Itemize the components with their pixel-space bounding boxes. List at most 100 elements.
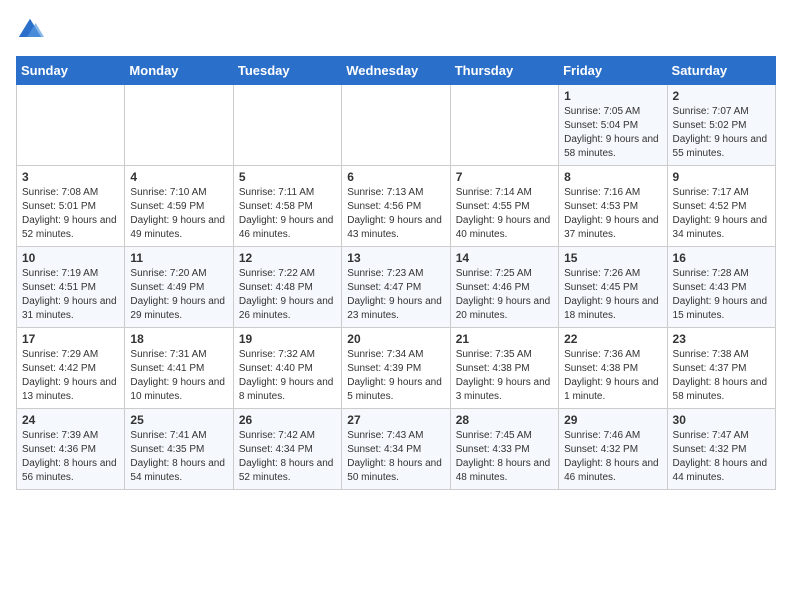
day-number: 27 bbox=[347, 413, 444, 427]
column-header-sunday: Sunday bbox=[17, 57, 125, 85]
cell-content: Sunrise: 7:47 AM Sunset: 4:32 PM Dayligh… bbox=[673, 429, 770, 485]
cell-content: Sunrise: 7:25 AM Sunset: 4:46 PM Dayligh… bbox=[456, 267, 553, 323]
day-number: 7 bbox=[456, 170, 553, 184]
calendar-cell: 6 Sunrise: 7:13 AM Sunset: 4:56 PM Daylig… bbox=[342, 166, 450, 247]
day-number: 6 bbox=[347, 170, 444, 184]
day-number: 23 bbox=[673, 332, 770, 346]
cell-content: Sunrise: 7:13 AM Sunset: 4:56 PM Dayligh… bbox=[347, 186, 444, 242]
cell-content: Sunrise: 7:43 AM Sunset: 4:34 PM Dayligh… bbox=[347, 429, 444, 485]
calendar-cell bbox=[233, 85, 341, 166]
day-number: 19 bbox=[239, 332, 336, 346]
calendar-cell: 1 Sunrise: 7:05 AM Sunset: 5:04 PM Daylig… bbox=[559, 85, 667, 166]
cell-content: Sunrise: 7:39 AM Sunset: 4:36 PM Dayligh… bbox=[22, 429, 119, 485]
calendar-cell: 27 Sunrise: 7:43 AM Sunset: 4:34 PM Dayli… bbox=[342, 409, 450, 490]
calendar-cell: 3 Sunrise: 7:08 AM Sunset: 5:01 PM Daylig… bbox=[17, 166, 125, 247]
day-number: 26 bbox=[239, 413, 336, 427]
cell-content: Sunrise: 7:23 AM Sunset: 4:47 PM Dayligh… bbox=[347, 267, 444, 323]
calendar-cell: 28Sunrise: 7:45 AM Sunset: 4:33 PM Dayli… bbox=[450, 409, 558, 490]
day-number: 16 bbox=[673, 251, 770, 265]
calendar-cell: 7 Sunrise: 7:14 AM Sunset: 4:55 PM Daylig… bbox=[450, 166, 558, 247]
cell-content: Sunrise: 7:19 AM Sunset: 4:51 PM Dayligh… bbox=[22, 267, 119, 323]
calendar-cell: 23 Sunrise: 7:38 AM Sunset: 4:37 PM Dayli… bbox=[667, 328, 775, 409]
column-header-monday: Monday bbox=[125, 57, 233, 85]
calendar-cell: 2 Sunrise: 7:07 AM Sunset: 5:02 PM Daylig… bbox=[667, 85, 775, 166]
day-number: 8 bbox=[564, 170, 661, 184]
calendar-cell: 13 Sunrise: 7:23 AM Sunset: 4:47 PM Dayli… bbox=[342, 247, 450, 328]
cell-content: Sunrise: 7:26 AM Sunset: 4:45 PM Dayligh… bbox=[564, 267, 661, 323]
calendar-cell bbox=[450, 85, 558, 166]
calendar-cell: 19 Sunrise: 7:32 AM Sunset: 4:40 PM Dayli… bbox=[233, 328, 341, 409]
calendar-cell bbox=[17, 85, 125, 166]
calendar-header-row: SundayMondayTuesdayWednesdayThursdayFrid… bbox=[17, 57, 776, 85]
calendar-cell: 4 Sunrise: 7:10 AM Sunset: 4:59 PM Daylig… bbox=[125, 166, 233, 247]
day-number: 22 bbox=[564, 332, 661, 346]
calendar-week-row: 10 Sunrise: 7:19 AM Sunset: 4:51 PM Dayli… bbox=[17, 247, 776, 328]
day-number: 9 bbox=[673, 170, 770, 184]
day-number: 20 bbox=[347, 332, 444, 346]
calendar-cell: 24 Sunrise: 7:39 AM Sunset: 4:36 PM Dayli… bbox=[17, 409, 125, 490]
cell-content: Sunrise: 7:28 AM Sunset: 4:43 PM Dayligh… bbox=[673, 267, 770, 323]
day-number: 13 bbox=[347, 251, 444, 265]
day-number: 25 bbox=[130, 413, 227, 427]
header bbox=[16, 16, 776, 44]
calendar-cell: 11 Sunrise: 7:20 AM Sunset: 4:49 PM Dayli… bbox=[125, 247, 233, 328]
column-header-wednesday: Wednesday bbox=[342, 57, 450, 85]
cell-content: Sunrise: 7:35 AM Sunset: 4:38 PM Dayligh… bbox=[456, 348, 553, 404]
column-header-thursday: Thursday bbox=[450, 57, 558, 85]
calendar-week-row: 17Sunrise: 7:29 AM Sunset: 4:42 PM Dayli… bbox=[17, 328, 776, 409]
day-number: 15 bbox=[564, 251, 661, 265]
day-number: 2 bbox=[673, 89, 770, 103]
cell-content: Sunrise: 7:10 AM Sunset: 4:59 PM Dayligh… bbox=[130, 186, 227, 242]
calendar-cell: 17Sunrise: 7:29 AM Sunset: 4:42 PM Dayli… bbox=[17, 328, 125, 409]
day-number: 4 bbox=[130, 170, 227, 184]
day-number: 24 bbox=[22, 413, 119, 427]
day-number: 30 bbox=[673, 413, 770, 427]
calendar-cell: 9 Sunrise: 7:17 AM Sunset: 4:52 PM Daylig… bbox=[667, 166, 775, 247]
calendar-cell: 22Sunrise: 7:36 AM Sunset: 4:38 PM Dayli… bbox=[559, 328, 667, 409]
calendar-cell: 20Sunrise: 7:34 AM Sunset: 4:39 PM Dayli… bbox=[342, 328, 450, 409]
cell-content: Sunrise: 7:05 AM Sunset: 5:04 PM Dayligh… bbox=[564, 105, 661, 161]
calendar-cell: 14Sunrise: 7:25 AM Sunset: 4:46 PM Dayli… bbox=[450, 247, 558, 328]
day-number: 3 bbox=[22, 170, 119, 184]
cell-content: Sunrise: 7:46 AM Sunset: 4:32 PM Dayligh… bbox=[564, 429, 661, 485]
cell-content: Sunrise: 7:32 AM Sunset: 4:40 PM Dayligh… bbox=[239, 348, 336, 404]
calendar-cell: 29 Sunrise: 7:46 AM Sunset: 4:32 PM Dayli… bbox=[559, 409, 667, 490]
calendar-cell: 25 Sunrise: 7:41 AM Sunset: 4:35 PM Dayli… bbox=[125, 409, 233, 490]
cell-content: Sunrise: 7:29 AM Sunset: 4:42 PM Dayligh… bbox=[22, 348, 119, 404]
cell-content: Sunrise: 7:20 AM Sunset: 4:49 PM Dayligh… bbox=[130, 267, 227, 323]
cell-content: Sunrise: 7:45 AM Sunset: 4:33 PM Dayligh… bbox=[456, 429, 553, 485]
day-number: 21 bbox=[456, 332, 553, 346]
calendar-cell: 10 Sunrise: 7:19 AM Sunset: 4:51 PM Dayli… bbox=[17, 247, 125, 328]
calendar-cell: 8 Sunrise: 7:16 AM Sunset: 4:53 PM Daylig… bbox=[559, 166, 667, 247]
calendar-cell: 18 Sunrise: 7:31 AM Sunset: 4:41 PM Dayli… bbox=[125, 328, 233, 409]
cell-content: Sunrise: 7:38 AM Sunset: 4:37 PM Dayligh… bbox=[673, 348, 770, 404]
calendar-week-row: 3 Sunrise: 7:08 AM Sunset: 5:01 PM Daylig… bbox=[17, 166, 776, 247]
cell-content: Sunrise: 7:07 AM Sunset: 5:02 PM Dayligh… bbox=[673, 105, 770, 161]
calendar-cell bbox=[342, 85, 450, 166]
cell-content: Sunrise: 7:22 AM Sunset: 4:48 PM Dayligh… bbox=[239, 267, 336, 323]
calendar-cell: 16 Sunrise: 7:28 AM Sunset: 4:43 PM Dayli… bbox=[667, 247, 775, 328]
calendar-cell: 12 Sunrise: 7:22 AM Sunset: 4:48 PM Dayli… bbox=[233, 247, 341, 328]
calendar-week-row: 1 Sunrise: 7:05 AM Sunset: 5:04 PM Daylig… bbox=[17, 85, 776, 166]
calendar-cell: 15 Sunrise: 7:26 AM Sunset: 4:45 PM Dayli… bbox=[559, 247, 667, 328]
cell-content: Sunrise: 7:31 AM Sunset: 4:41 PM Dayligh… bbox=[130, 348, 227, 404]
calendar-cell: 21 Sunrise: 7:35 AM Sunset: 4:38 PM Dayli… bbox=[450, 328, 558, 409]
cell-content: Sunrise: 7:41 AM Sunset: 4:35 PM Dayligh… bbox=[130, 429, 227, 485]
calendar-cell: 30 Sunrise: 7:47 AM Sunset: 4:32 PM Dayli… bbox=[667, 409, 775, 490]
cell-content: Sunrise: 7:16 AM Sunset: 4:53 PM Dayligh… bbox=[564, 186, 661, 242]
cell-content: Sunrise: 7:17 AM Sunset: 4:52 PM Dayligh… bbox=[673, 186, 770, 242]
day-number: 29 bbox=[564, 413, 661, 427]
cell-content: Sunrise: 7:11 AM Sunset: 4:58 PM Dayligh… bbox=[239, 186, 336, 242]
cell-content: Sunrise: 7:08 AM Sunset: 5:01 PM Dayligh… bbox=[22, 186, 119, 242]
day-number: 11 bbox=[130, 251, 227, 265]
day-number: 18 bbox=[130, 332, 227, 346]
calendar-cell: 5Sunrise: 7:11 AM Sunset: 4:58 PM Daylig… bbox=[233, 166, 341, 247]
day-number: 12 bbox=[239, 251, 336, 265]
day-number: 1 bbox=[564, 89, 661, 103]
column-header-tuesday: Tuesday bbox=[233, 57, 341, 85]
column-header-saturday: Saturday bbox=[667, 57, 775, 85]
cell-content: Sunrise: 7:14 AM Sunset: 4:55 PM Dayligh… bbox=[456, 186, 553, 242]
logo bbox=[16, 16, 48, 44]
calendar-week-row: 24 Sunrise: 7:39 AM Sunset: 4:36 PM Dayli… bbox=[17, 409, 776, 490]
day-number: 10 bbox=[22, 251, 119, 265]
